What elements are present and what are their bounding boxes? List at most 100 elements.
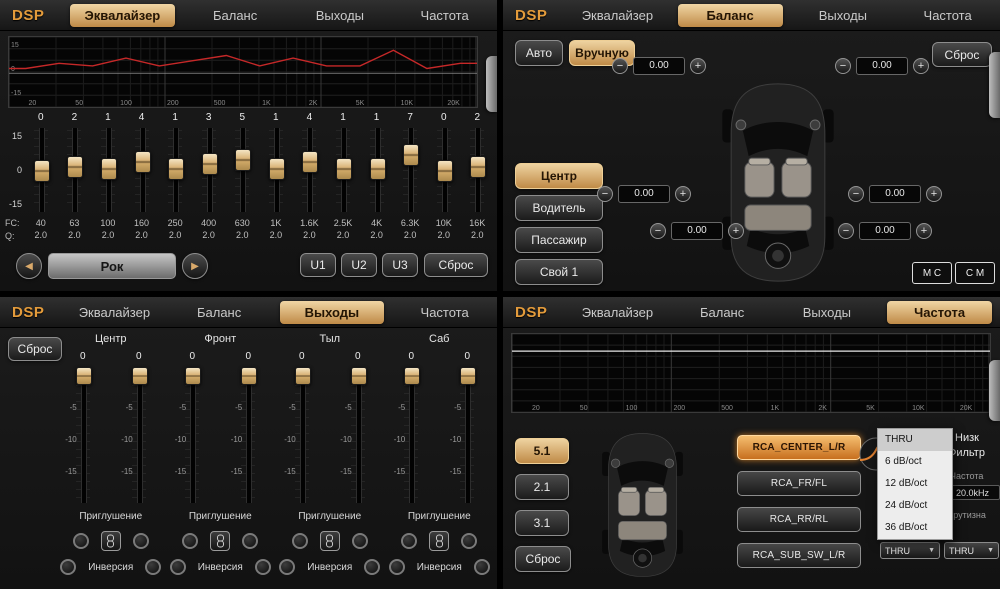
frequency-value[interactable]: 20.0kHz: [945, 485, 1000, 500]
eq-slider-handle[interactable]: [470, 156, 486, 178]
minus-button[interactable]: −: [848, 186, 864, 202]
balance-menu-item-1[interactable]: Центр: [515, 163, 603, 189]
preset-display[interactable]: Рок: [48, 253, 176, 279]
slope-select-left[interactable]: THRU ▼: [880, 542, 940, 559]
tab-frequency[interactable]: Частота: [895, 4, 1000, 27]
eq-band-slider[interactable]: [326, 126, 360, 214]
eq-band-slider[interactable]: [225, 126, 259, 214]
slope-option[interactable]: 12 dB/oct: [878, 473, 952, 495]
channel-button-3[interactable]: RCA_RR/RL: [737, 507, 861, 532]
tab-frequency[interactable]: Частота: [887, 301, 992, 324]
side-drawer-handle[interactable]: [989, 52, 1000, 118]
balance-menu-item-4[interactable]: Свой 1: [515, 259, 603, 285]
eq-reset-button[interactable]: Сброс: [424, 253, 488, 277]
link-channels-icon[interactable]: [210, 531, 230, 551]
tab-frequency[interactable]: Частота: [392, 4, 497, 27]
tab-outputs[interactable]: Выходы: [280, 301, 385, 324]
cm-button[interactable]: C M: [955, 262, 995, 284]
eq-slider-handle[interactable]: [67, 156, 83, 178]
invert-toggle-left[interactable]: [60, 559, 76, 575]
eq-band-slider[interactable]: [158, 126, 192, 214]
memory-u3-button[interactable]: U3: [382, 253, 418, 277]
eq-band-slider[interactable]: [24, 126, 58, 214]
output-slider-handle[interactable]: [132, 367, 148, 385]
minus-button[interactable]: −: [835, 58, 851, 74]
balance-menu-item-2[interactable]: Водитель: [515, 195, 603, 221]
output-slider-handle[interactable]: [460, 367, 476, 385]
channel-button-2[interactable]: RCA_FR/FL: [737, 471, 861, 496]
output-slider[interactable]: -5 -10 -15: [122, 365, 156, 505]
eq-slider-handle[interactable]: [101, 158, 117, 180]
eq-slider-handle[interactable]: [302, 151, 318, 173]
slope-select-right[interactable]: THRU ▼: [944, 542, 999, 559]
output-slider[interactable]: -5 -10 -15: [394, 365, 428, 505]
invert-toggle-right[interactable]: [255, 559, 271, 575]
tab-balance[interactable]: Баланс: [670, 301, 775, 324]
eq-slider-handle[interactable]: [269, 158, 285, 180]
slope-option[interactable]: 24 dB/oct: [878, 495, 952, 517]
outputs-reset-button[interactable]: Сброс: [8, 337, 62, 361]
plus-button[interactable]: +: [675, 186, 691, 202]
eq-slider-handle[interactable]: [403, 144, 419, 166]
link-channels-icon[interactable]: [101, 531, 121, 551]
mode-3.1-button[interactable]: 3.1: [515, 510, 569, 536]
plus-button[interactable]: +: [690, 58, 706, 74]
invert-toggle-left[interactable]: [279, 559, 295, 575]
eq-slider-handle[interactable]: [235, 149, 251, 171]
eq-slider-handle[interactable]: [168, 158, 184, 180]
memory-u2-button[interactable]: U2: [341, 253, 377, 277]
balance-reset-button[interactable]: Сброс: [932, 42, 992, 67]
invert-toggle-right[interactable]: [145, 559, 161, 575]
link-channels-icon[interactable]: [320, 531, 340, 551]
mute-toggle-left[interactable]: [401, 533, 417, 549]
preset-prev-button[interactable]: ◀: [16, 253, 42, 279]
eq-slider-handle[interactable]: [34, 160, 50, 182]
output-slider-handle[interactable]: [241, 367, 257, 385]
tab-equalizer[interactable]: Эквалайзер: [565, 4, 670, 27]
minus-button[interactable]: −: [650, 223, 666, 239]
eq-band-slider[interactable]: [125, 126, 159, 214]
mute-toggle-right[interactable]: [461, 533, 477, 549]
eq-band-slider[interactable]: [461, 126, 495, 214]
output-slider-handle[interactable]: [351, 367, 367, 385]
slope-option[interactable]: THRU: [878, 429, 952, 451]
side-drawer-handle[interactable]: [989, 360, 1000, 421]
eq-band-slider[interactable]: [91, 126, 125, 214]
output-slider[interactable]: -5 -10 -15: [66, 365, 100, 505]
plus-button[interactable]: +: [916, 223, 932, 239]
preset-next-button[interactable]: ▶: [182, 253, 208, 279]
output-slider[interactable]: -5 -10 -15: [175, 365, 209, 505]
eq-slider-handle[interactable]: [135, 151, 151, 173]
output-slider[interactable]: -5 -10 -15: [341, 365, 375, 505]
invert-toggle-right[interactable]: [364, 559, 380, 575]
side-drawer-handle[interactable]: [486, 56, 497, 112]
tab-outputs[interactable]: Выходы: [288, 4, 393, 27]
memory-u1-button[interactable]: U1: [300, 253, 336, 277]
eq-band-slider[interactable]: [360, 126, 394, 214]
plus-button[interactable]: +: [728, 223, 744, 239]
balance-menu-item-3[interactable]: Пассажир: [515, 227, 603, 253]
channel-button-4[interactable]: RCA_SUB_SW_L/R: [737, 543, 861, 568]
mode-2.1-button[interactable]: 2.1: [515, 474, 569, 500]
tab-equalizer[interactable]: Эквалайзер: [565, 301, 670, 324]
output-slider-handle[interactable]: [404, 367, 420, 385]
invert-toggle-right[interactable]: [474, 559, 490, 575]
link-channels-icon[interactable]: [429, 531, 449, 551]
slope-option[interactable]: 36 dB/oct: [878, 517, 952, 539]
mode-5.1-button[interactable]: 5.1: [515, 438, 569, 464]
invert-toggle-left[interactable]: [170, 559, 186, 575]
mute-toggle-right[interactable]: [242, 533, 258, 549]
output-slider-handle[interactable]: [76, 367, 92, 385]
minus-button[interactable]: −: [612, 58, 628, 74]
eq-slider-handle[interactable]: [202, 153, 218, 175]
auto-button[interactable]: Авто: [515, 40, 563, 66]
mute-toggle-left[interactable]: [292, 533, 308, 549]
tab-frequency[interactable]: Частота: [392, 301, 497, 324]
eq-slider-handle[interactable]: [437, 160, 453, 182]
eq-band-slider[interactable]: [58, 126, 92, 214]
tab-equalizer[interactable]: Эквалайзер: [70, 4, 175, 27]
slope-option[interactable]: 6 dB/oct: [878, 451, 952, 473]
output-slider-handle[interactable]: [295, 367, 311, 385]
eq-slider-handle[interactable]: [336, 158, 352, 180]
eq-band-slider[interactable]: [293, 126, 327, 214]
